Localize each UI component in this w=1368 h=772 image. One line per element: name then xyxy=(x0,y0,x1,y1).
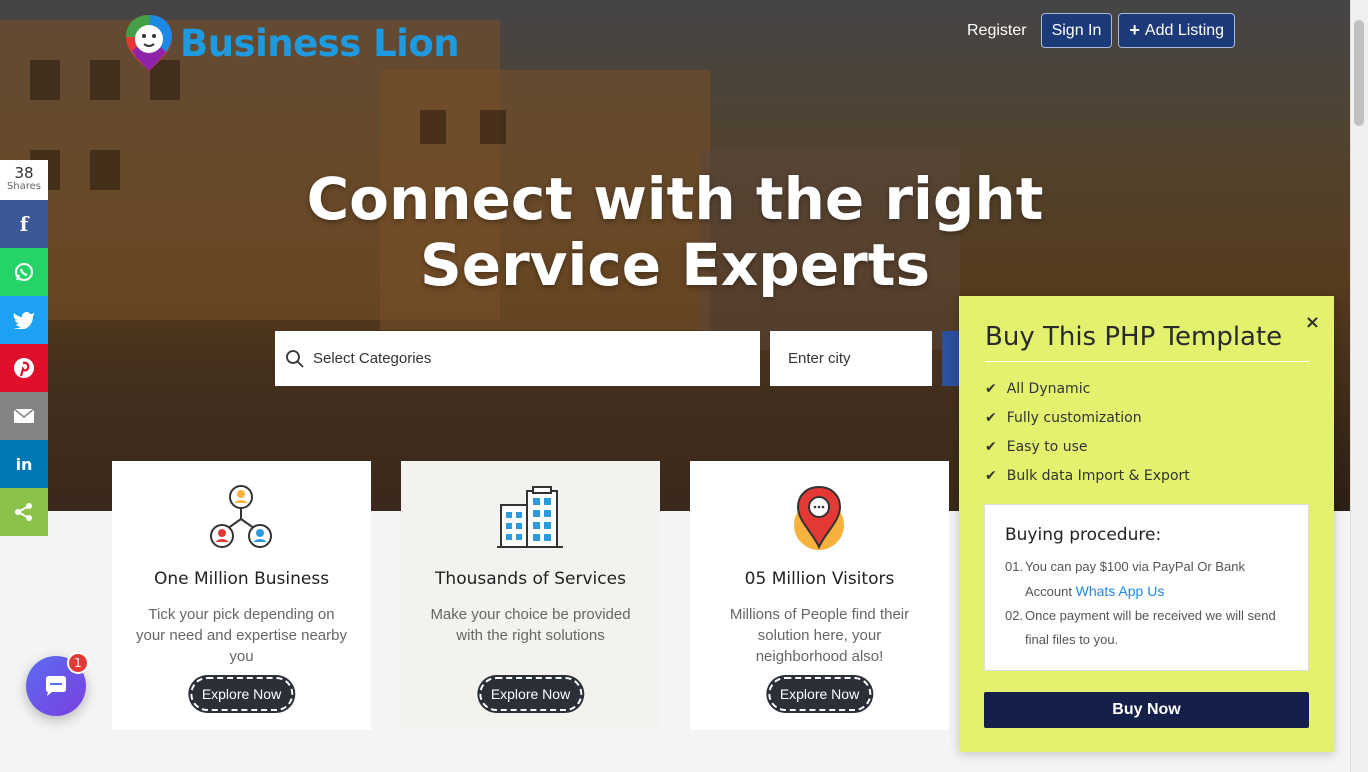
brand-name: Business Lion xyxy=(180,21,460,65)
lion-logo-icon xyxy=(124,13,174,73)
email-share-button[interactable] xyxy=(0,392,48,440)
check-icon: ✔ xyxy=(985,467,997,484)
linkedin-icon: in xyxy=(15,454,33,474)
hero-window xyxy=(480,110,506,144)
procedure-step: 01. You can pay $100 via PayPal Or Bank … xyxy=(1005,555,1288,604)
card-text: Make your choice be provided with the ri… xyxy=(430,606,631,644)
feature-label: All Dynamic xyxy=(1006,380,1091,397)
share-sidebar: 38 Shares f in xyxy=(0,160,48,536)
card-text: Millions of People find their solution h… xyxy=(729,606,910,665)
popup-title: Buy This PHP Template xyxy=(985,322,1283,352)
feature-label: Fully customization xyxy=(1006,409,1142,426)
card-title: Thousands of Services xyxy=(435,569,626,589)
facebook-share-button[interactable]: f xyxy=(0,200,48,248)
step-body: Once payment will be received we will se… xyxy=(1025,608,1276,647)
pinterest-icon xyxy=(14,358,34,378)
check-icon: ✔ xyxy=(985,409,997,426)
buildings-icon xyxy=(497,485,563,551)
register-link[interactable]: Register xyxy=(967,22,1027,40)
whatsapp-link[interactable]: Whats App Us xyxy=(1076,583,1165,599)
email-icon xyxy=(13,408,35,423)
hero-window xyxy=(30,60,60,100)
map-pin-icon xyxy=(786,485,852,551)
brand-logo[interactable]: Business Lion xyxy=(124,13,460,73)
twitter-icon xyxy=(13,311,34,329)
chat-unread-badge: 1 xyxy=(67,652,89,674)
whatsapp-icon xyxy=(15,263,33,281)
check-icon: ✔ xyxy=(985,380,997,397)
add-listing-button[interactable]: + Add Listing xyxy=(1118,13,1236,48)
hero-window xyxy=(90,60,120,100)
step-text: You can pay $100 via PayPal Or Bank Acco… xyxy=(1025,555,1288,604)
hero-headline: Connect with the right Service Experts xyxy=(0,166,1350,298)
feature-label: Easy to use xyxy=(1006,438,1088,455)
twitter-share-button[interactable] xyxy=(0,296,48,344)
category-search-input[interactable]: Select Categories xyxy=(275,331,760,386)
feature-item: ✔ Bulk data Import & Export xyxy=(985,461,1190,490)
feature-card-business: One Million Business Tick your pick depe… xyxy=(112,461,371,730)
top-nav: Register Sign In + Add Listing xyxy=(967,13,1236,48)
explore-now-button[interactable]: Explore Now xyxy=(478,677,583,711)
explore-now-button[interactable]: Explore Now xyxy=(767,677,872,711)
city-input[interactable]: Enter city xyxy=(770,331,932,386)
more-share-button[interactable] xyxy=(0,488,48,536)
check-icon: ✔ xyxy=(985,438,997,455)
card-text: Tick your pick depending on your need an… xyxy=(136,606,347,665)
feature-list: ✔ All Dynamic ✔ Fully customization ✔ Easy … xyxy=(985,374,1190,490)
feature-card-services: Thousands of Services Make your choice b… xyxy=(401,461,660,730)
page-scrollbar[interactable] xyxy=(1350,0,1368,772)
feature-item: ✔ Fully customization xyxy=(985,403,1190,432)
card-title: 05 Million Visitors xyxy=(744,569,895,589)
chat-bubble-icon xyxy=(46,676,66,696)
feature-item: ✔ Easy to use xyxy=(985,432,1190,461)
procedure-title: Buying procedure: xyxy=(1005,525,1162,545)
category-placeholder: Select Categories xyxy=(313,350,432,367)
linkedin-share-button[interactable]: in xyxy=(0,440,48,488)
scrollbar-thumb[interactable] xyxy=(1354,20,1364,126)
plus-icon: + xyxy=(1129,20,1140,40)
network-people-icon xyxy=(208,485,274,551)
facebook-icon: f xyxy=(19,212,29,236)
share-icon xyxy=(15,503,32,521)
buying-procedure-box: Buying procedure: 01. You can pay $100 v… xyxy=(984,504,1309,671)
hero-window xyxy=(420,110,446,144)
popup-divider xyxy=(985,361,1309,362)
buy-template-popup: Buy This PHP Template × ✔ All Dynamic ✔ Fu… xyxy=(959,296,1334,752)
feature-card-visitors: 05 Million Visitors Millions of People f… xyxy=(690,461,949,730)
city-placeholder: Enter city xyxy=(788,350,851,367)
close-icon[interactable]: × xyxy=(1305,312,1320,333)
procedure-step: 02. Once payment will be received we wil… xyxy=(1005,604,1288,652)
share-label: Shares xyxy=(6,181,42,192)
hero-line-1: Connect with the right xyxy=(306,165,1044,233)
sign-in-label: Sign In xyxy=(1051,21,1102,39)
whatsapp-share-button[interactable] xyxy=(0,248,48,296)
share-count-box: 38 Shares xyxy=(0,160,48,200)
buy-now-button[interactable]: Buy Now xyxy=(984,692,1309,728)
feature-label: Bulk data Import & Export xyxy=(1006,467,1190,484)
search-icon xyxy=(286,349,304,368)
step-number: 01. xyxy=(1005,559,1024,574)
pinterest-share-button[interactable] xyxy=(0,344,48,392)
step-number: 02. xyxy=(1005,608,1024,623)
feature-item: ✔ All Dynamic xyxy=(985,374,1190,403)
share-count: 38 xyxy=(14,164,34,182)
explore-now-button[interactable]: Explore Now xyxy=(189,677,294,711)
sign-in-button[interactable]: Sign In xyxy=(1040,13,1113,48)
add-listing-label: Add Listing xyxy=(1144,21,1225,39)
hero-line-2: Service Experts xyxy=(419,231,931,299)
card-title: One Million Business xyxy=(153,569,330,589)
